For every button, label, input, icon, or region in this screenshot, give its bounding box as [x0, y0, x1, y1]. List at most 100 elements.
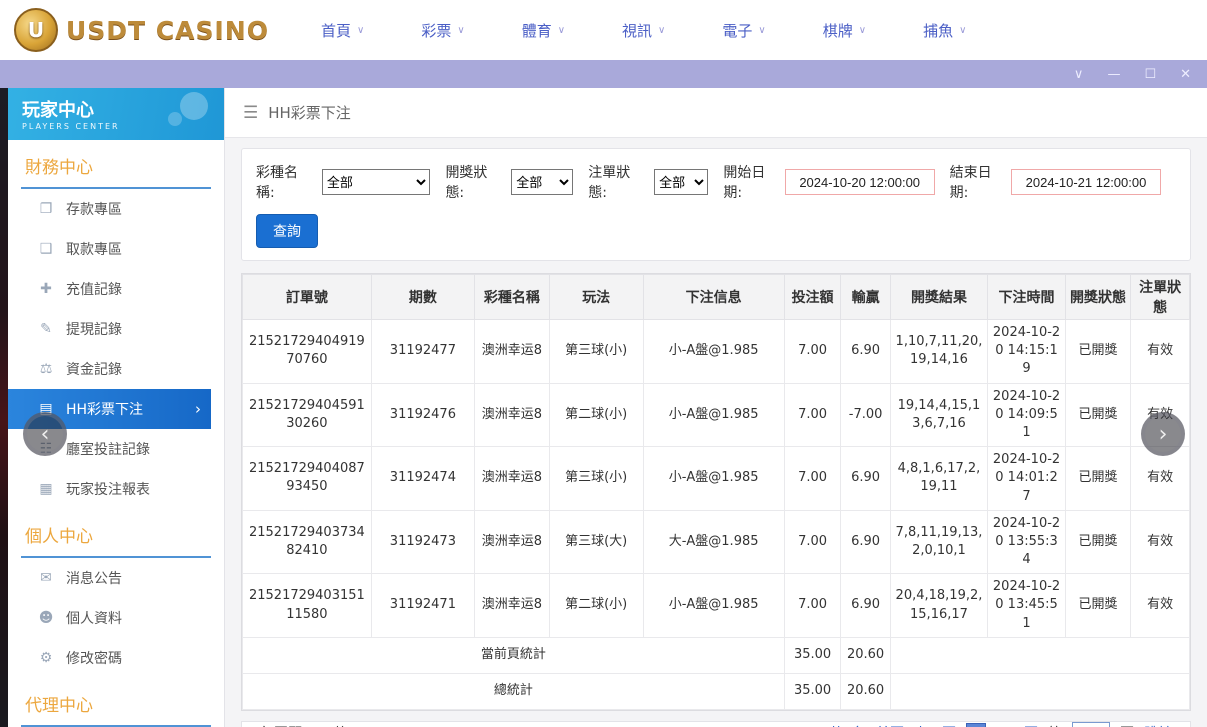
- prev-page-link[interactable]: 上一页: [914, 723, 956, 727]
- cell-issue: 31192471: [371, 574, 474, 638]
- carousel-right-arrow[interactable]: ›: [1141, 412, 1185, 456]
- sidebar-item-label: 存款專區: [66, 199, 122, 219]
- sidebar-item-change-password[interactable]: ⚙ 修改密碼: [8, 638, 211, 678]
- grand-total-win-loss: 20.60: [841, 673, 890, 709]
- jump-prefix-label: 第: [1048, 723, 1062, 727]
- cell-amount: 7.00: [784, 574, 841, 638]
- pagination-bar: 每頁顯示20條 共5条 首页 上一页 1 下一页 第 页 跳转: [241, 721, 1191, 727]
- col-bet-time: 下注時間: [988, 275, 1066, 320]
- nav-item-label: 捕魚: [923, 20, 953, 41]
- table-row: 2152172940491970760 31192477 澳洲幸运8 第三球(小…: [243, 320, 1190, 384]
- players-center-title: 玩家中心: [22, 96, 210, 122]
- sidebar-item-funds-record[interactable]: ⚖ 資金記錄: [8, 349, 211, 389]
- nav-item-lottery[interactable]: 彩票∨: [421, 20, 464, 41]
- first-page-link[interactable]: 首页: [876, 723, 904, 727]
- sidebar-item-profile[interactable]: ☻ 個人資料: [8, 598, 211, 638]
- table-row: 2152172940373482410 31192473 澳洲幸运8 第三球(大…: [243, 510, 1190, 574]
- logo-text: USDT CASINO: [66, 16, 269, 45]
- sidebar-item-label: 修改密碼: [66, 648, 122, 668]
- cell-play: 第二球(小): [549, 574, 643, 638]
- jump-page-input[interactable]: [1072, 722, 1110, 727]
- cell-play: 第三球(大): [549, 510, 643, 574]
- chevron-down-icon: ∨: [758, 25, 765, 36]
- withdraw-icon: ❑: [38, 241, 54, 257]
- section-title-agent: 代理中心: [21, 678, 211, 727]
- cell-bet-time: 2024-10-20 14:01:27: [988, 447, 1066, 511]
- grand-total-amount: 35.00: [784, 673, 841, 709]
- nav-item-video[interactable]: 視訊∨: [622, 20, 665, 41]
- window-titlebar: ∨ — ☐ ✕: [0, 60, 1207, 88]
- cell-issue: 31192477: [371, 320, 474, 384]
- next-page-link[interactable]: 下一页: [996, 723, 1038, 727]
- players-center-header: 玩家中心 PLAYERS CENTER: [8, 88, 224, 140]
- cell-draw-status: 已開獎: [1065, 383, 1130, 447]
- withdrawal-record-icon: ✎: [38, 321, 54, 337]
- logo[interactable]: U USDT CASINO: [14, 8, 269, 52]
- grand-total-row: 總統計 35.00 20.60: [243, 673, 1190, 709]
- players-center-subtitle: PLAYERS CENTER: [22, 122, 210, 131]
- page-total-amount: 35.00: [784, 637, 841, 673]
- per-page-label: 每頁顯示20條: [260, 723, 348, 727]
- nav-item-fishing[interactable]: 捕魚∨: [923, 20, 966, 41]
- section-title-personal: 個人中心: [21, 509, 211, 558]
- cell-order-id: 2152172940408793450: [243, 447, 372, 511]
- nav-item-label: 體育: [522, 20, 552, 41]
- lottery-name-select[interactable]: 全部: [322, 169, 431, 195]
- sidebar-item-label: HH彩票下注: [66, 399, 143, 419]
- nav-item-label: 首頁: [321, 20, 351, 41]
- nav-item-label: 電子: [722, 20, 752, 41]
- sidebar-item-announcements[interactable]: ✉ 消息公告: [8, 558, 211, 598]
- col-order-id: 訂單號: [243, 275, 372, 320]
- order-status-select[interactable]: 全部: [654, 169, 708, 195]
- workspace: 玩家中心 PLAYERS CENTER 財務中心 ❐ 存款專區 ❑ 取款專區 ✚…: [0, 88, 1207, 727]
- end-date-input[interactable]: [1011, 169, 1161, 195]
- cell-result: 20,4,18,19,2,15,16,17: [890, 574, 988, 638]
- search-button[interactable]: 查詢: [256, 214, 318, 248]
- window-close-icon[interactable]: ✕: [1180, 68, 1191, 81]
- jump-go-link[interactable]: 跳转: [1144, 723, 1172, 727]
- draw-status-label: 開獎狀態:: [445, 162, 504, 202]
- sidebar-item-label: 玩家投注報表: [66, 479, 150, 499]
- cell-win-loss: 6.90: [841, 447, 890, 511]
- nav-item-chess[interactable]: 棋牌∨: [823, 20, 866, 41]
- cell-bet-info: 小-A盤@1.985: [643, 574, 784, 638]
- col-draw-status: 開獎狀態: [1065, 275, 1130, 320]
- start-date-label: 開始日期:: [723, 162, 777, 202]
- jump-suffix-label: 页: [1120, 723, 1134, 727]
- funds-record-icon: ⚖: [38, 361, 54, 377]
- nav-item-electronic[interactable]: 電子 ∨: [722, 20, 765, 41]
- draw-status-select[interactable]: 全部: [511, 169, 573, 195]
- lottery-name-label: 彩種名稱:: [256, 162, 315, 202]
- deposit-icon: ❐: [38, 201, 54, 217]
- sidebar-item-recharge-record[interactable]: ✚ 充值記錄: [8, 269, 211, 309]
- sidebar-item-label: 廳室投註記錄: [66, 439, 150, 459]
- sidebar-item-deposit[interactable]: ❐ 存款專區: [8, 189, 211, 229]
- nav-item-label: 棋牌: [823, 20, 853, 41]
- col-draw-result: 開獎結果: [890, 275, 988, 320]
- sidebar-item-withdrawal-record[interactable]: ✎ 提現記錄: [8, 309, 211, 349]
- window-maximize-icon[interactable]: ☐: [1144, 68, 1156, 81]
- menu-icon[interactable]: ☰: [243, 103, 258, 123]
- cell-order-status: 有效: [1131, 447, 1190, 511]
- sidebar-item-player-bet-report[interactable]: ▦ 玩家投注報表: [8, 469, 211, 509]
- col-bet-info: 下注信息: [643, 275, 784, 320]
- cell-win-loss: 6.90: [841, 320, 890, 384]
- nav-item-sports[interactable]: 體育∨: [522, 20, 565, 41]
- grand-total-label: 總統計: [243, 673, 785, 709]
- cell-bet-info: 大-A盤@1.985: [643, 510, 784, 574]
- col-issue: 期數: [371, 275, 474, 320]
- cell-lottery: 澳洲幸运8: [475, 383, 550, 447]
- cell-order-id: 2152172940459130260: [243, 383, 372, 447]
- nav-item-home[interactable]: 首頁∨: [321, 20, 364, 41]
- carousel-left-arrow[interactable]: ‹: [23, 412, 67, 456]
- main-nav: 首頁∨ 彩票∨ 體育∨ 視訊∨ 電子 ∨ 棋牌∨ 捕魚∨: [321, 20, 966, 41]
- window-minimize-icon[interactable]: —: [1107, 68, 1120, 81]
- page-total-win-loss: 20.60: [841, 637, 890, 673]
- start-date-input[interactable]: [785, 169, 935, 195]
- sidebar-item-withdraw[interactable]: ❑ 取款專區: [8, 229, 211, 269]
- window-collapse-icon[interactable]: ∨: [1074, 68, 1084, 81]
- current-page-badge[interactable]: 1: [966, 723, 986, 727]
- cell-order-status: 有效: [1131, 320, 1190, 384]
- cell-lottery: 澳洲幸运8: [475, 447, 550, 511]
- arrow-left-icon: ‹: [41, 422, 50, 447]
